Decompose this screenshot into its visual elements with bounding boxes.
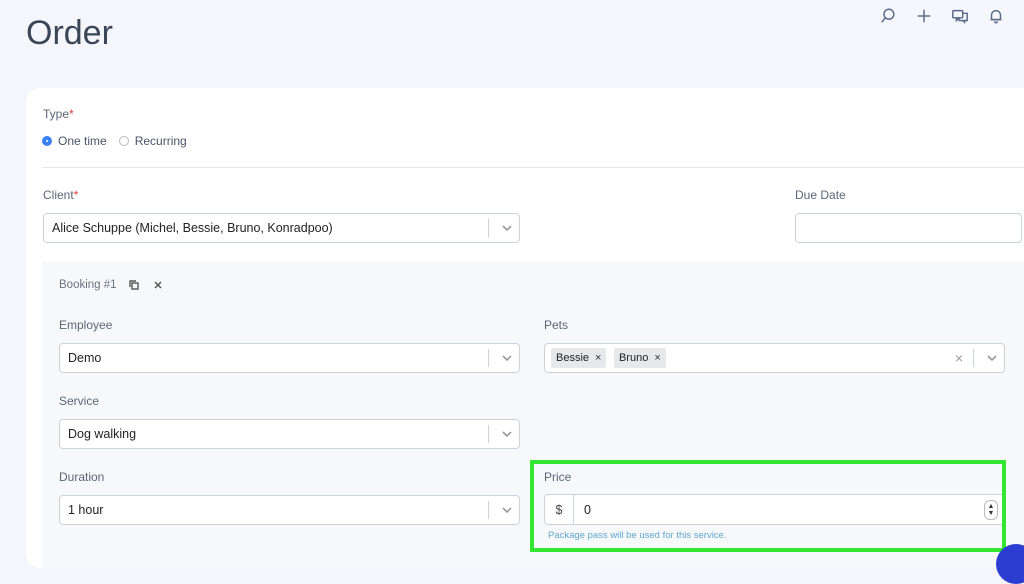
close-icon[interactable] [151, 278, 165, 292]
clear-icon[interactable]: × [951, 350, 967, 366]
pets-multiselect[interactable]: Bessie × Bruno × × [544, 343, 1005, 373]
employee-select[interactable]: Demo [59, 343, 520, 373]
select-separator [488, 425, 489, 443]
type-label: Type* [43, 107, 74, 121]
chevron-down-icon[interactable] [495, 496, 519, 524]
highlight-box [530, 460, 1006, 552]
page-title: Order [26, 14, 113, 52]
booking-header: Booking #1 [59, 278, 165, 292]
service-label: Service [59, 394, 100, 408]
select-separator [488, 349, 489, 367]
service-select[interactable]: Dog walking [59, 419, 520, 449]
select-separator [488, 219, 489, 237]
chevron-down-icon[interactable] [495, 214, 519, 242]
copy-icon[interactable] [127, 278, 141, 292]
service-value: Dog walking [68, 427, 137, 441]
recurring-label[interactable]: Recurring [135, 134, 187, 148]
due-date-label: Due Date [795, 188, 846, 202]
booking-title: Booking #1 [59, 279, 117, 291]
due-date-input[interactable] [795, 213, 1022, 243]
employee-label: Employee [59, 318, 113, 332]
select-separator [488, 501, 489, 519]
remove-tag-icon[interactable]: × [595, 352, 601, 364]
duration-select[interactable]: 1 hour [59, 495, 520, 525]
duration-value: 1 hour [68, 503, 104, 517]
select-separator [973, 349, 974, 367]
bell-icon[interactable] [986, 6, 1006, 26]
pets-label: Pets [544, 318, 569, 332]
plus-icon[interactable] [914, 6, 934, 26]
pets-tags: Bessie × Bruno × [551, 348, 951, 368]
type-radio-group: One time Recurring [42, 134, 199, 148]
chevron-down-icon[interactable] [495, 344, 519, 372]
search-icon[interactable] [878, 6, 898, 26]
top-toolbar [878, 6, 1006, 26]
chevron-down-icon[interactable] [495, 420, 519, 448]
duration-label: Duration [59, 470, 105, 484]
chat-icon[interactable] [950, 6, 970, 26]
pet-tag-bruno: Bruno × [613, 348, 666, 368]
pet-tag-bessie: Bessie × [551, 348, 607, 368]
floating-action-button[interactable] [996, 544, 1024, 584]
remove-tag-icon[interactable]: × [654, 352, 660, 364]
employee-value: Demo [68, 351, 102, 365]
client-label: Client* [43, 188, 79, 202]
one-time-radio[interactable] [42, 136, 52, 146]
chevron-down-icon[interactable] [980, 344, 1004, 372]
recurring-radio[interactable] [118, 136, 129, 146]
client-value: Alice Schuppe (Michel, Bessie, Bruno, Ko… [52, 221, 333, 235]
one-time-label[interactable]: One time [58, 134, 107, 148]
client-select[interactable]: Alice Schuppe (Michel, Bessie, Bruno, Ko… [43, 213, 520, 243]
section-divider [42, 167, 1024, 168]
